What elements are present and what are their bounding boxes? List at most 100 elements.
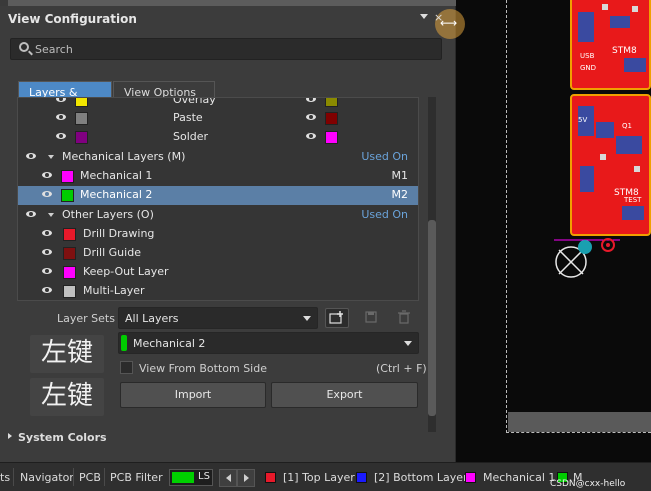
layer-color-swatch[interactable] bbox=[63, 228, 76, 241]
layer-tab-color bbox=[265, 472, 276, 483]
collapse-icon[interactable] bbox=[48, 155, 54, 159]
click-annotation: 左键 bbox=[30, 335, 104, 373]
eye-icon[interactable] bbox=[56, 133, 66, 139]
pad bbox=[602, 4, 608, 10]
group-label: Mechanical Layers (M) bbox=[62, 150, 186, 163]
eye-icon[interactable] bbox=[306, 133, 316, 139]
layer-label: Mechanical 1 bbox=[80, 169, 153, 182]
add-icon bbox=[329, 311, 343, 324]
panel-title: View Configuration bbox=[8, 12, 137, 26]
layer-color-swatch[interactable] bbox=[325, 112, 338, 125]
divider bbox=[13, 468, 14, 486]
layer-color-swatch[interactable] bbox=[63, 285, 76, 298]
layer-sets-dropdown[interactable]: All Layers bbox=[118, 307, 318, 329]
layer-color-swatch[interactable] bbox=[75, 131, 88, 144]
layer-color-swatch[interactable] bbox=[63, 266, 76, 279]
pad bbox=[634, 166, 640, 172]
layer-set-indicator[interactable]: LS bbox=[169, 469, 213, 486]
layer-color-swatch[interactable] bbox=[61, 189, 74, 202]
silk-label: TEST bbox=[624, 196, 642, 204]
eye-icon[interactable] bbox=[26, 211, 36, 217]
status-bar: ts Navigator PCB PCB Filter LS [1] Top L… bbox=[0, 462, 651, 491]
silk-label: USB bbox=[580, 52, 595, 60]
layer-color-swatch[interactable] bbox=[63, 247, 76, 260]
layer-row-mechanical-1[interactable]: Mechanical 1 M1 bbox=[18, 167, 418, 186]
layer-row-multi-layer[interactable]: Multi-Layer bbox=[18, 282, 418, 300]
chevron-right-icon bbox=[244, 474, 249, 482]
layer-tab-top[interactable]: [1] Top Layer bbox=[283, 471, 355, 484]
layer-tab-bottom[interactable]: [2] Bottom Layer bbox=[374, 471, 468, 484]
layer-label: Keep-Out Layer bbox=[83, 265, 169, 278]
eye-icon[interactable] bbox=[306, 114, 316, 120]
pad bbox=[600, 154, 606, 160]
panel-tab-pcb[interactable]: PCB bbox=[79, 471, 101, 484]
component bbox=[580, 166, 594, 192]
save-icon bbox=[365, 311, 377, 323]
eye-icon[interactable] bbox=[56, 98, 66, 102]
system-colors-header[interactable]: System Colors bbox=[18, 431, 107, 444]
eye-icon[interactable] bbox=[42, 287, 52, 293]
layer-row-paste[interactable]: Paste bbox=[18, 109, 418, 128]
chevron-left-icon bbox=[226, 474, 231, 482]
current-layer-dropdown[interactable]: Mechanical 2 bbox=[118, 332, 419, 354]
layer-row-drill-drawing[interactable]: Drill Drawing bbox=[18, 225, 418, 244]
via bbox=[578, 240, 592, 254]
group-row-other[interactable]: Other Layers (O) Used On bbox=[18, 206, 418, 225]
silk-label: Q1 bbox=[622, 122, 632, 130]
eye-icon[interactable] bbox=[42, 268, 52, 274]
used-on-header: Used On bbox=[361, 150, 408, 163]
collapse-icon[interactable] bbox=[48, 213, 54, 217]
layer-row-keep-out[interactable]: Keep-Out Layer bbox=[18, 263, 418, 282]
eye-icon[interactable] bbox=[42, 172, 52, 178]
layer-color-swatch[interactable] bbox=[61, 170, 74, 183]
watermark: CSDN@cxx-hello bbox=[550, 479, 626, 489]
layer-color-swatch[interactable] bbox=[75, 98, 88, 107]
search-box[interactable] bbox=[10, 38, 442, 60]
save-layer-set-button[interactable] bbox=[361, 308, 385, 328]
panel-tab-ts[interactable]: ts bbox=[0, 471, 10, 484]
panel-tab-pcb-filter[interactable]: PCB Filter bbox=[110, 471, 163, 484]
layer-tab-color bbox=[465, 472, 476, 483]
layer-label: Multi-Layer bbox=[83, 284, 145, 297]
layer-tab-mechanical-1[interactable]: Mechanical 1 bbox=[483, 471, 555, 484]
layer-color-swatch[interactable] bbox=[325, 98, 338, 107]
trash-icon bbox=[398, 310, 410, 324]
drill-markers bbox=[554, 238, 620, 278]
group-row-mechanical[interactable]: Mechanical Layers (M) Used On bbox=[18, 148, 418, 167]
eye-icon[interactable] bbox=[42, 249, 52, 255]
layer-row-mechanical-2[interactable]: Mechanical 2 M2 bbox=[18, 186, 418, 205]
layer-label: Paste bbox=[173, 111, 203, 124]
panel-tab-navigator[interactable]: Navigator bbox=[20, 471, 74, 484]
delete-layer-set-button[interactable] bbox=[393, 308, 417, 328]
component bbox=[622, 206, 644, 220]
eye-icon[interactable] bbox=[42, 230, 52, 236]
eye-icon[interactable] bbox=[42, 191, 52, 197]
layer-sets-value: All Layers bbox=[125, 312, 179, 325]
import-button[interactable]: Import bbox=[120, 382, 266, 408]
eye-icon[interactable] bbox=[306, 98, 316, 102]
layer-sets-label: Layer Sets bbox=[57, 312, 115, 325]
component bbox=[610, 16, 630, 28]
layer-color-swatch[interactable] bbox=[325, 131, 338, 144]
layer-label: Drill Guide bbox=[83, 246, 141, 259]
current-layer-color bbox=[121, 335, 127, 351]
export-button[interactable]: Export bbox=[271, 382, 418, 408]
next-layer-button[interactable] bbox=[237, 469, 255, 487]
layer-label: Overlay bbox=[173, 97, 216, 106]
prev-layer-button[interactable] bbox=[219, 469, 237, 487]
search-icon bbox=[19, 42, 29, 52]
layer-row-drill-guide[interactable]: Drill Guide bbox=[18, 244, 418, 263]
eye-icon[interactable] bbox=[26, 153, 36, 159]
layer-row-solder[interactable]: Solder bbox=[18, 128, 418, 147]
layer-list[interactable]: Overlay Paste Solder Mechanical Layers (… bbox=[17, 97, 419, 301]
scrollbar-thumb[interactable] bbox=[428, 220, 436, 416]
panel-menu-icon[interactable] bbox=[420, 14, 428, 19]
view-from-bottom-label: View From Bottom Side bbox=[139, 362, 267, 375]
board-edge-fill bbox=[508, 412, 651, 432]
add-layer-set-button[interactable] bbox=[325, 308, 349, 328]
search-input[interactable] bbox=[35, 41, 435, 57]
eye-icon[interactable] bbox=[56, 114, 66, 120]
view-from-bottom-checkbox[interactable] bbox=[120, 361, 133, 374]
layer-color-swatch[interactable] bbox=[75, 112, 88, 125]
expand-icon[interactable] bbox=[8, 433, 12, 439]
